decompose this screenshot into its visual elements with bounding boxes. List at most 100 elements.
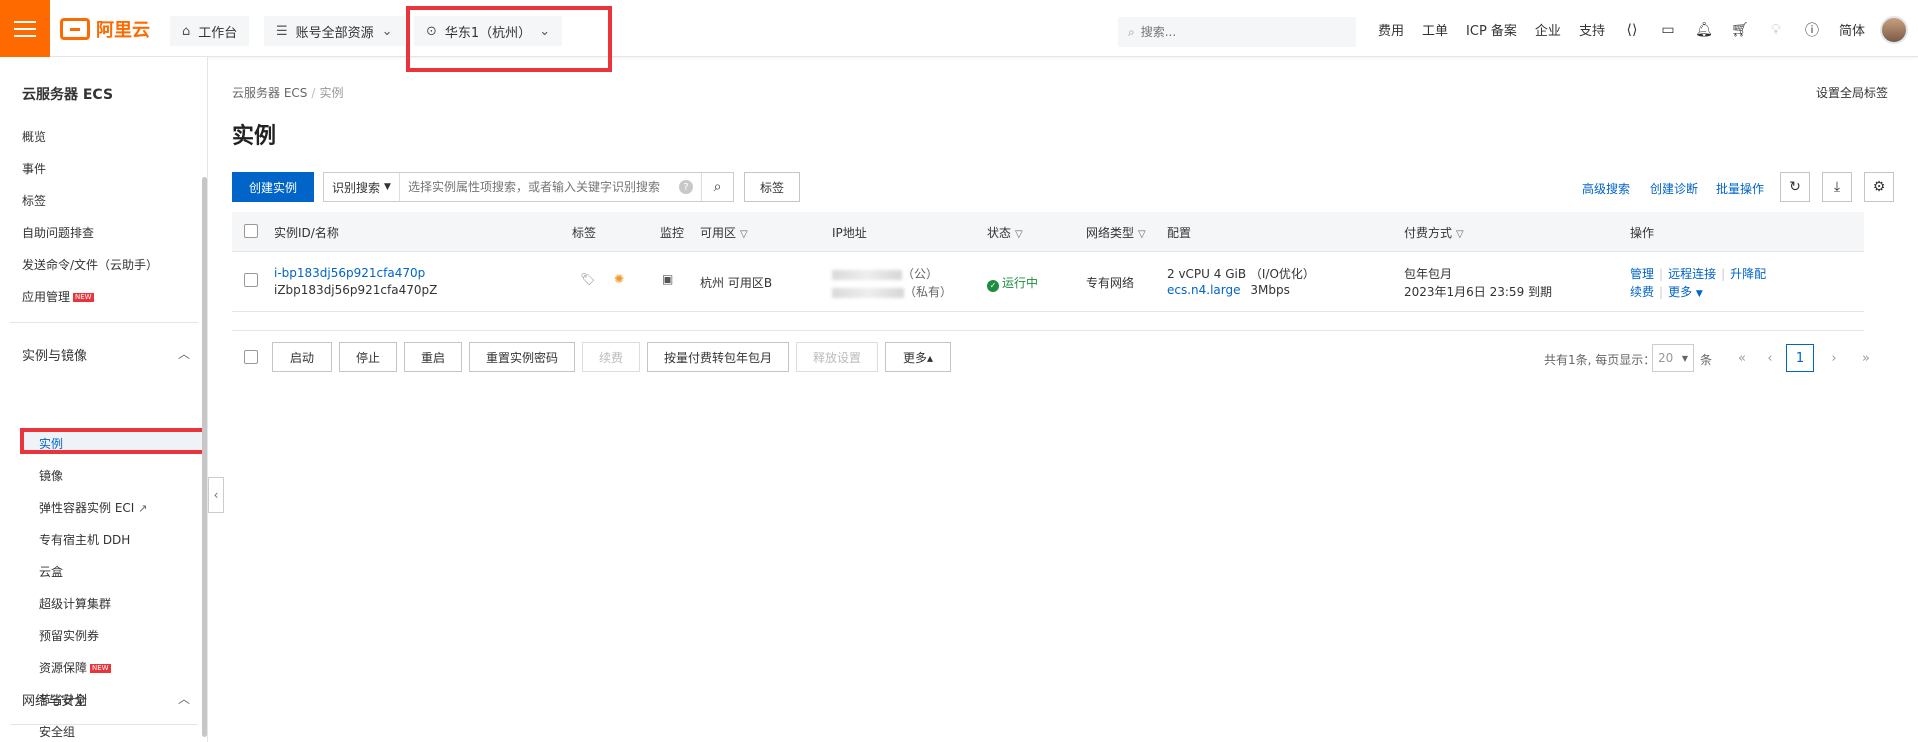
check-circle-icon: ✓ <box>987 279 999 292</box>
tag-filter-button[interactable]: 标签 <box>744 172 800 202</box>
resource-scope-dropdown[interactable]: ☰ 账号全部资源 ⌄ <box>264 16 405 46</box>
lightbulb-icon[interactable]: 💡︎ <box>1767 21 1785 39</box>
column-header-network[interactable]: 网络类型 ▽ <box>1086 224 1146 241</box>
aliyun-logo[interactable]: 阿里云 <box>60 16 150 42</box>
ip-redacted <box>832 287 904 298</box>
sidebar-item-overview[interactable]: 概览 <box>22 128 46 145</box>
sidebar-item-capacity[interactable]: 资源保障 NEW <box>39 659 111 676</box>
sidebar-item-troubleshoot[interactable]: 自助问题排查 <box>22 224 94 241</box>
cart-icon[interactable]: 🛒︎ <box>1731 21 1749 39</box>
sidebar-item-cloud-assistant[interactable]: 发送命令/文件（云助手） <box>22 256 158 273</box>
remote-connect-link[interactable]: 远程连接 <box>1668 267 1716 281</box>
resize-link[interactable]: 升降配 <box>1730 267 1766 281</box>
last-page-button[interactable]: » <box>1852 344 1880 372</box>
top-link-support[interactable]: 支持 <box>1579 20 1605 39</box>
column-header-zone[interactable]: 可用区 ▽ <box>700 224 748 241</box>
workbench-button[interactable]: ⌂ 工作台 <box>170 16 250 46</box>
reset-password-button[interactable]: 重置实例密码 <box>469 342 575 372</box>
renew-link[interactable]: 续费 <box>1630 285 1654 299</box>
advanced-search-link[interactable]: 高级搜索 <box>1582 180 1630 197</box>
sidebar-group-instances-images[interactable]: 实例与镜像 ︿ <box>22 345 190 364</box>
chevron-left-icon: ‹ <box>213 488 219 502</box>
bulk-select-checkbox[interactable] <box>244 350 258 364</box>
sidebar-item-images[interactable]: 镜像 <box>39 467 63 484</box>
table-row: i-bp183dj56p921cfa470p iZbp183dj56p921cf… <box>232 252 1864 312</box>
global-search[interactable]: ⌕ <box>1118 17 1356 47</box>
column-header-label: 状态 <box>987 226 1012 240</box>
more-bulk-actions-button[interactable]: 更多▴ <box>885 342 951 372</box>
menu-icon[interactable] <box>0 0 50 57</box>
manage-link[interactable]: 管理 <box>1630 267 1654 281</box>
home-icon: ⌂ <box>182 23 191 39</box>
release-settings-button[interactable]: 释放设置 <box>796 342 878 372</box>
sidebar-item-cloud-box[interactable]: 云盒 <box>39 563 63 580</box>
sidebar-collapse-button[interactable]: ‹ <box>208 477 224 513</box>
tag-icon[interactable]: 🏷︎ <box>580 272 595 286</box>
search-button[interactable]: ⌕ <box>701 173 733 201</box>
instance-id-link[interactable]: i-bp183dj56p921cfa470p <box>274 266 425 280</box>
create-diagnosis-link[interactable]: 创建诊断 <box>1650 180 1698 197</box>
caret-down-icon: ▼ <box>384 182 391 192</box>
sidebar-item-instances[interactable]: 实例 <box>20 428 206 454</box>
ip-public-suffix: （公） <box>902 267 939 281</box>
help-icon[interactable]: ⓘ <box>1803 21 1821 39</box>
help-icon[interactable]: ? <box>679 180 693 194</box>
top-link-enterprise[interactable]: 企业 <box>1535 20 1561 39</box>
sidebar-item-app-management[interactable]: 应用管理 NEW <box>22 288 94 305</box>
sidebar-item-tags[interactable]: 标签 <box>22 192 46 209</box>
next-page-button[interactable]: › <box>1820 344 1848 372</box>
table-footer-divider <box>232 330 1864 331</box>
stop-button[interactable]: 停止 <box>339 342 397 372</box>
sidebar-item-reserved[interactable]: 预留实例券 <box>39 627 99 644</box>
chevron-down-icon: ⌄ <box>539 23 551 39</box>
code-icon[interactable]: ⟨⟩ <box>1623 21 1641 39</box>
prev-page-button[interactable]: ‹ <box>1756 344 1784 372</box>
aliyun-logo-icon <box>60 18 90 40</box>
top-link-icp[interactable]: ICP 备案 <box>1466 20 1517 39</box>
sidebar-item-events[interactable]: 事件 <box>22 160 46 177</box>
top-link-billing[interactable]: 费用 <box>1378 20 1404 39</box>
settings-button[interactable]: ⚙ <box>1864 172 1894 202</box>
first-page-button[interactable]: « <box>1728 344 1756 372</box>
sidebar: 云服务器 ECS 概览 事件 标签 自助问题排查 发送命令/文件（云助手） 应用… <box>0 57 208 742</box>
export-button[interactable]: ⤓ <box>1822 172 1852 202</box>
batch-operation-link[interactable]: 批量操作 <box>1716 180 1764 197</box>
sidebar-item-label: 应用管理 <box>22 290 71 304</box>
region-selector[interactable]: ⊙ 华东1（杭州） ⌄ <box>414 16 563 46</box>
create-instance-button[interactable]: 创建实例 <box>232 172 314 202</box>
sidebar-item-ddh[interactable]: 专有宿主机 DDH <box>39 531 130 548</box>
tag-color-icon[interactable]: ✺ <box>614 272 624 286</box>
ip-redacted <box>832 269 902 280</box>
ip-private-suffix: （私有） <box>904 285 953 299</box>
breadcrumb-root[interactable]: 云服务器 ECS <box>232 86 307 100</box>
page-size-select[interactable]: 20 ▼ <box>1652 344 1694 372</box>
select-all-checkbox[interactable] <box>244 224 258 238</box>
column-header-billing[interactable]: 付费方式 ▽ <box>1404 224 1464 241</box>
renew-button[interactable]: 续费 <box>582 342 640 372</box>
terminal-icon[interactable]: ▭ <box>1659 21 1677 39</box>
global-tag-link[interactable]: 设置全局标签 <box>1816 84 1888 101</box>
sidebar-group-network-security[interactable]: 网络与安全 ︿ <box>22 690 190 709</box>
filter-type-select[interactable]: 识别搜索 ▼ <box>324 173 400 201</box>
more-actions-dropdown[interactable]: 更多 ▼ <box>1668 285 1703 299</box>
sidebar-scrollbar[interactable] <box>202 177 207 737</box>
sidebar-item-scc[interactable]: 超级计算集群 <box>39 595 111 612</box>
row-checkbox[interactable] <box>244 273 258 287</box>
download-icon: ⤓ <box>1833 179 1841 195</box>
monitor-icon[interactable]: ▣ <box>662 272 673 286</box>
sidebar-item-eci[interactable]: 弹性容器实例 ECI ↗ <box>39 499 147 516</box>
column-header-status[interactable]: 状态 ▽ <box>987 224 1023 241</box>
convert-billing-button[interactable]: 按量付费转包年包月 <box>647 342 789 372</box>
language-switch[interactable]: 简体 <box>1839 20 1865 39</box>
sidebar-item-security-group[interactable]: 安全组 <box>39 723 75 740</box>
start-button[interactable]: 启动 <box>272 342 332 372</box>
instance-type-link[interactable]: ecs.n4.large <box>1167 283 1241 297</box>
global-search-input[interactable] <box>1140 25 1331 39</box>
refresh-button[interactable]: ↻ <box>1780 172 1810 202</box>
restart-button[interactable]: 重启 <box>404 342 462 372</box>
top-link-ticket[interactable]: 工单 <box>1422 20 1448 39</box>
page-number-button[interactable]: 1 <box>1786 344 1814 372</box>
avatar[interactable] <box>1880 16 1908 44</box>
filter-search-input[interactable] <box>399 180 679 194</box>
bell-icon[interactable]: 🔔︎ <box>1695 21 1713 39</box>
